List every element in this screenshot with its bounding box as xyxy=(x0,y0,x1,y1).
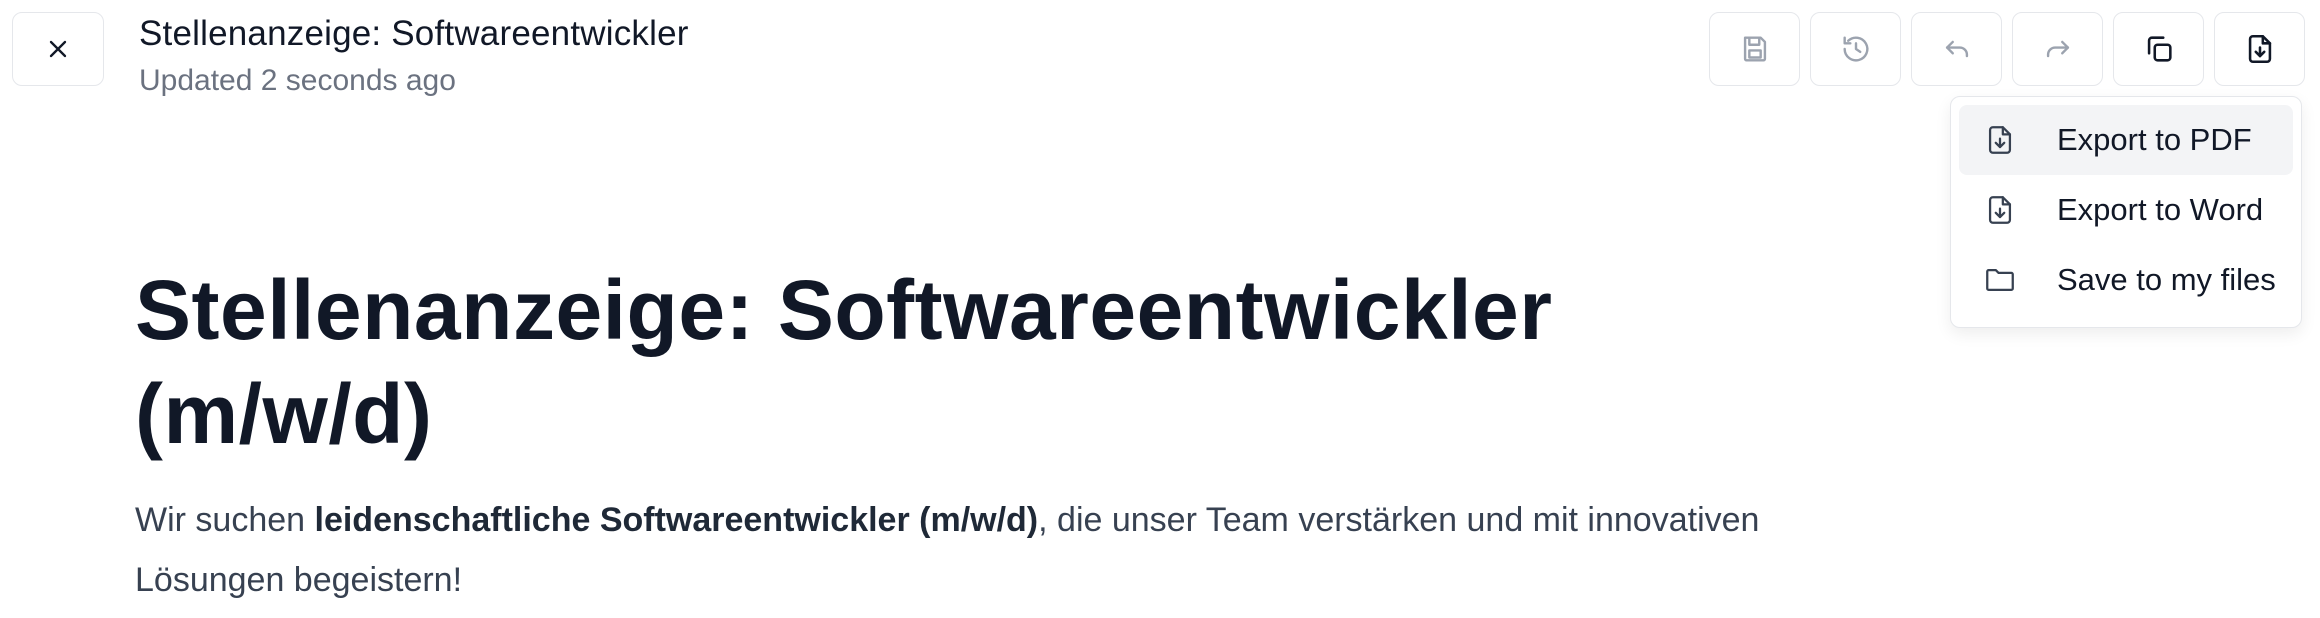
toolbar xyxy=(1709,12,2305,86)
document-paragraph: Wir suchen leidenschaftliche Softwareent… xyxy=(135,490,1775,610)
history-button[interactable] xyxy=(1810,12,1901,86)
menu-item-label: Export to Word xyxy=(2057,192,2264,227)
export-to-pdf-item[interactable]: Export to PDF xyxy=(1959,105,2293,175)
export-button[interactable] xyxy=(2214,12,2305,86)
editor-page: Stellenanzeige: Softwareentwickler Updat… xyxy=(0,0,2320,618)
file-download-icon xyxy=(1988,126,2012,154)
document-title: Stellenanzeige: Softwareentwickler xyxy=(139,14,689,53)
close-button[interactable] xyxy=(12,12,104,86)
folder-icon xyxy=(1986,268,2014,292)
redo-button[interactable] xyxy=(2012,12,2103,86)
close-icon xyxy=(49,40,67,58)
copy-button[interactable] xyxy=(2113,12,2204,86)
export-to-word-item[interactable]: Export to Word xyxy=(1959,175,2293,245)
history-icon xyxy=(1842,36,1869,62)
file-download-icon xyxy=(1988,196,2012,224)
redo-icon xyxy=(2046,40,2069,58)
document-heading: Stellenanzeige: Softwareentwickler (m/w/… xyxy=(135,263,1553,461)
save-icon xyxy=(1743,36,1766,62)
export-icon xyxy=(2248,34,2271,64)
last-updated-status: Updated 2 seconds ago xyxy=(139,64,456,97)
undo-button[interactable] xyxy=(1911,12,2002,86)
paragraph-bold-text: leidenschaftliche Softwareentwickler (m/… xyxy=(314,501,1039,539)
menu-item-label: Save to my files xyxy=(2057,262,2276,297)
copy-icon xyxy=(2147,36,2172,62)
save-button[interactable] xyxy=(1709,12,1800,86)
export-menu: Export to PDF Export to Word Save to my … xyxy=(1950,96,2302,328)
paragraph-text: Wir suchen xyxy=(135,501,315,539)
save-to-my-files-item[interactable]: Save to my files xyxy=(1959,245,2293,315)
menu-item-label: Export to PDF xyxy=(2057,122,2252,157)
undo-icon xyxy=(1945,40,1968,58)
